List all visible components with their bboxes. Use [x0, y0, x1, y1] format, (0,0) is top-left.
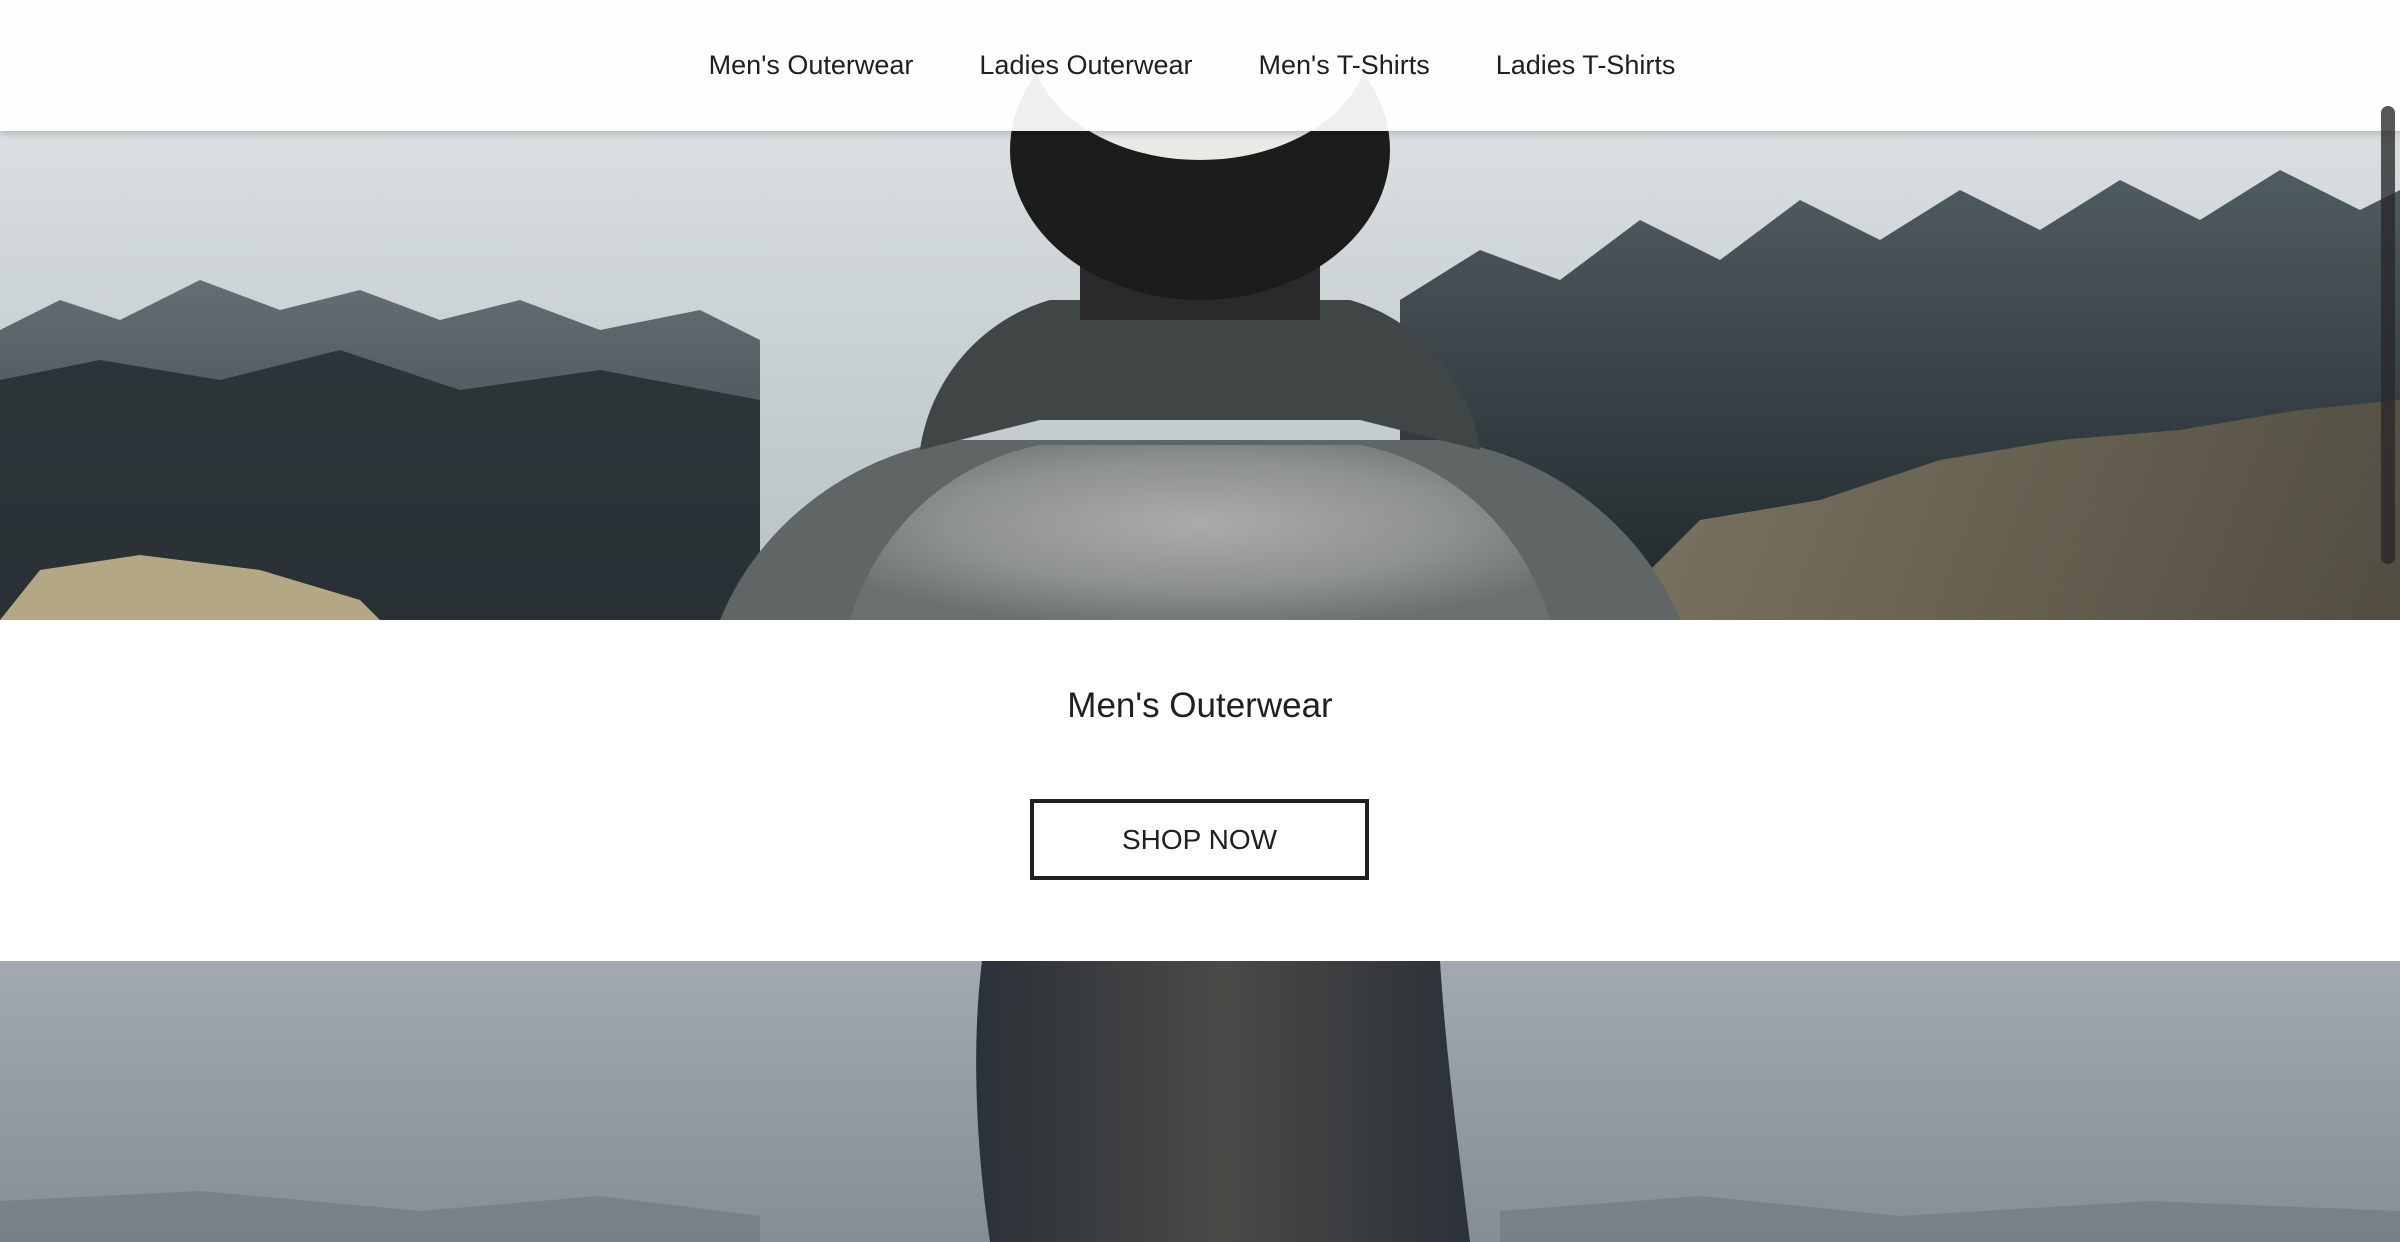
shop-now-button[interactable]: SHOP NOW [1030, 799, 1369, 880]
category-title: Men's Outerwear [1067, 686, 1333, 725]
second-category-image[interactable] [0, 961, 2400, 1242]
main-nav: Men's Outerwear Ladies Outerwear Men's T… [0, 0, 2400, 131]
page: Men's Outerwear Ladies Outerwear Men's T… [0, 0, 2400, 1242]
nav-link-mens-outerwear[interactable]: Men's Outerwear [709, 50, 914, 81]
second-image-illustration [0, 961, 2400, 1242]
nav-link-ladies-tshirts[interactable]: Ladies T-Shirts [1496, 50, 1676, 81]
site-header: Men's Outerwear Ladies Outerwear Men's T… [0, 0, 2400, 131]
nav-link-ladies-outerwear[interactable]: Ladies Outerwear [979, 50, 1192, 81]
nav-link-mens-tshirts[interactable]: Men's T-Shirts [1259, 50, 1430, 81]
scrollbar-thumb[interactable] [2381, 106, 2395, 564]
featured-category: Men's Outerwear SHOP NOW [0, 620, 2400, 961]
